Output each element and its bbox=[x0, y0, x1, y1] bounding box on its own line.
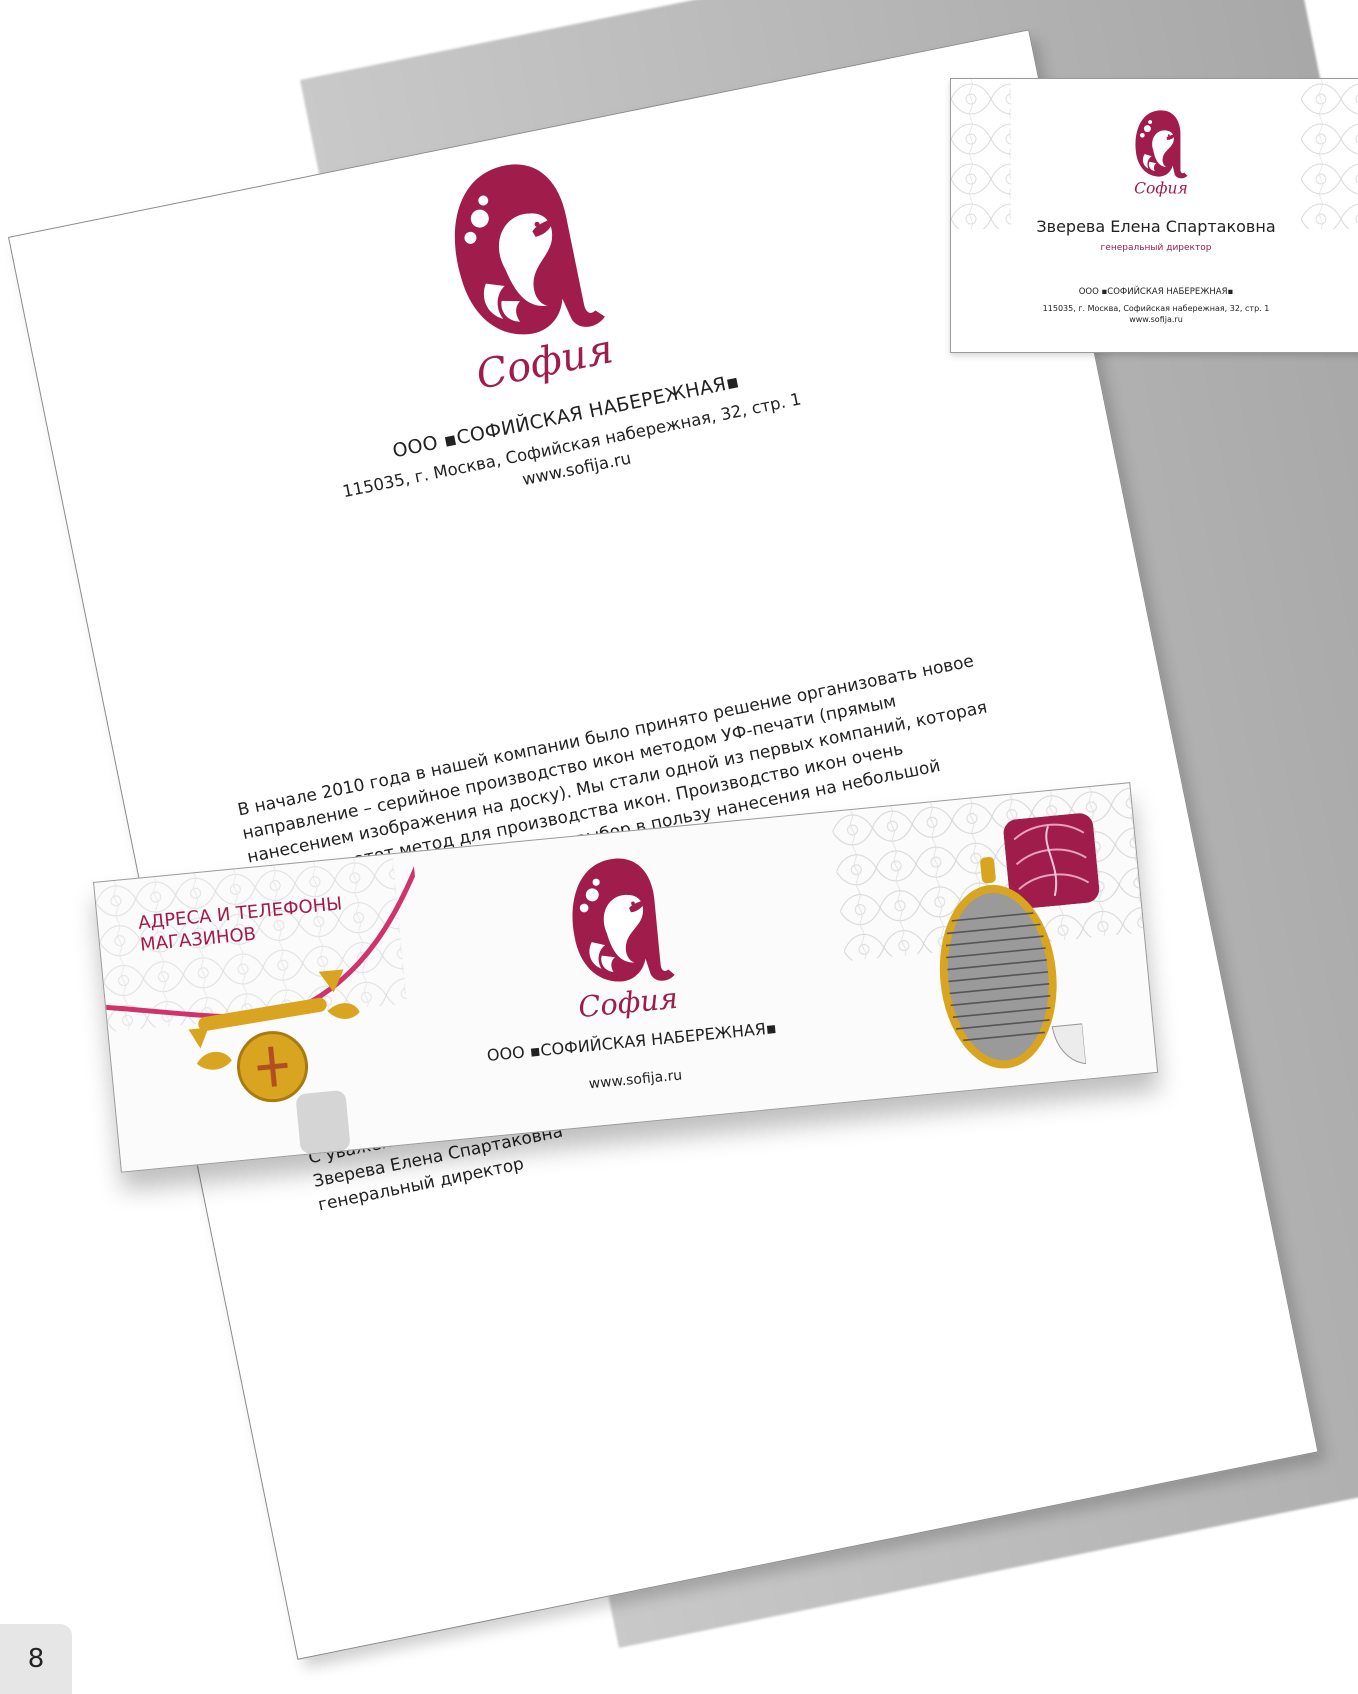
card-website: www.sofija.ru bbox=[1129, 315, 1183, 324]
sofia-logo-icon bbox=[549, 847, 694, 1025]
sofia-logo-icon bbox=[1126, 107, 1196, 197]
ornament-pattern bbox=[1301, 79, 1358, 229]
card-company: ООО ▪СОФИЙСКАЯ НАБЕРЕЖНАЯ▪ bbox=[1078, 287, 1234, 297]
letterhead-logo bbox=[415, 140, 638, 405]
ornament-pattern bbox=[951, 79, 1011, 229]
pendant-image bbox=[939, 857, 1087, 1069]
card-name: Зверева Елена Спартаковна bbox=[1036, 217, 1276, 236]
banner-logo bbox=[549, 847, 695, 1029]
page-number: 8 bbox=[0, 1624, 72, 1694]
card-role: генеральный директор bbox=[1100, 243, 1212, 253]
sofia-logo-icon bbox=[415, 140, 637, 401]
card-address: 115035, г. Москва, Софийская набережная,… bbox=[1042, 304, 1270, 313]
business-card: Зверева Елена Спартаковна генеральный ди… bbox=[950, 78, 1358, 353]
card-logo bbox=[1126, 107, 1196, 201]
